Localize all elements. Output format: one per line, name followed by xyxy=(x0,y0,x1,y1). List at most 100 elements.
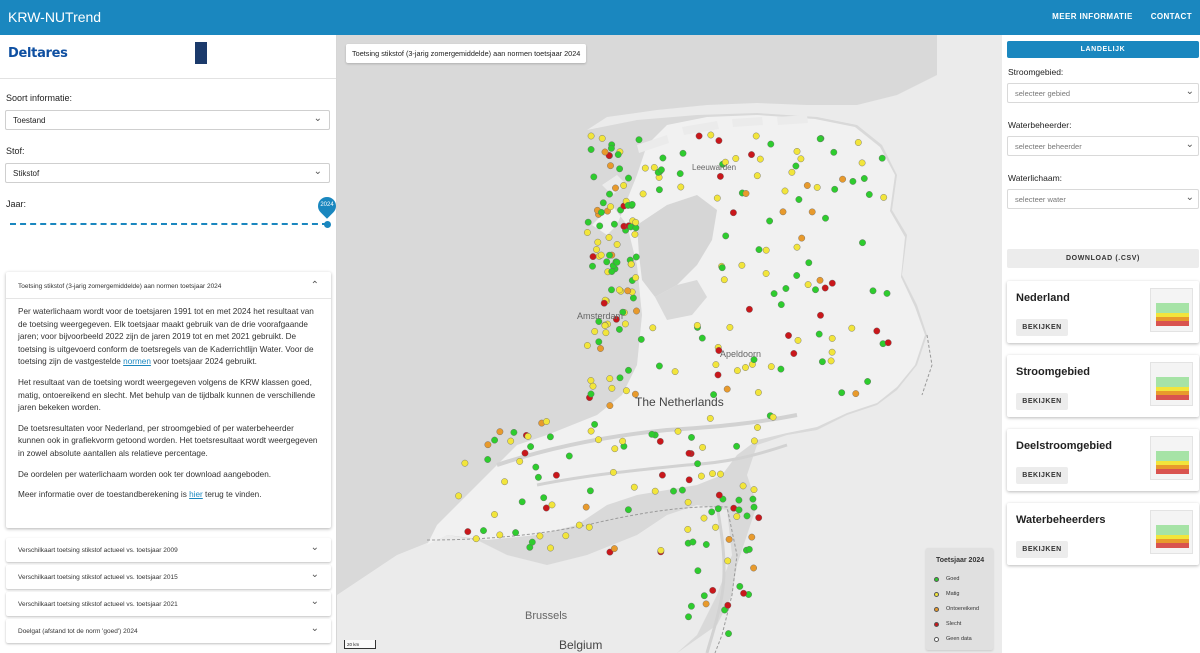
waterbody-marker[interactable] xyxy=(723,385,731,393)
waterbody-marker[interactable] xyxy=(455,492,463,500)
waterbody-marker[interactable] xyxy=(788,168,796,176)
waterbody-marker[interactable] xyxy=(684,498,692,506)
waterbody-marker[interactable] xyxy=(598,135,606,142)
waterbody-marker[interactable] xyxy=(596,222,604,230)
waterbody-marker[interactable] xyxy=(590,173,598,181)
chart-thumbnail-icon[interactable] xyxy=(1150,510,1193,554)
waterbody-marker[interactable] xyxy=(594,238,602,246)
waterbody-marker[interactable] xyxy=(838,389,846,397)
waterbody-marker[interactable] xyxy=(595,436,602,444)
waterbody-marker[interactable] xyxy=(831,185,839,193)
waterbody-marker[interactable] xyxy=(607,203,614,211)
waterbody-marker[interactable] xyxy=(878,154,886,162)
waterbody-marker[interactable] xyxy=(715,491,723,499)
waterbody-marker[interactable] xyxy=(827,357,835,365)
waterbody-marker[interactable] xyxy=(625,366,632,374)
waterbody-marker[interactable] xyxy=(547,544,554,552)
waterbody-marker[interactable] xyxy=(869,287,877,295)
waterbody-marker[interactable] xyxy=(808,208,816,216)
waterbody-marker[interactable] xyxy=(733,442,740,450)
waterbody-marker[interactable] xyxy=(769,413,777,421)
waterbody-marker[interactable] xyxy=(606,375,614,382)
waterbody-marker[interactable] xyxy=(587,390,595,398)
waterbody-marker[interactable] xyxy=(611,445,619,453)
waterbody-marker[interactable] xyxy=(854,139,862,146)
waterbody-marker[interactable] xyxy=(716,172,724,180)
waterbody-marker[interactable] xyxy=(648,430,656,438)
waterbody-marker[interactable] xyxy=(720,276,728,284)
waterbody-marker[interactable] xyxy=(637,335,645,343)
waterbody-marker[interactable] xyxy=(593,246,600,253)
waterbody-marker[interactable] xyxy=(521,449,529,457)
waterbody-marker[interactable] xyxy=(755,246,763,254)
waterbody-marker[interactable] xyxy=(750,486,758,493)
chart-thumbnail-icon[interactable] xyxy=(1150,436,1193,480)
waterbody-marker[interactable] xyxy=(714,505,722,513)
chart-thumbnail-icon[interactable] xyxy=(1150,362,1193,406)
waterbody-marker[interactable] xyxy=(762,246,770,254)
waterbody-marker[interactable] xyxy=(745,305,753,313)
waterbody-marker[interactable] xyxy=(777,301,785,308)
waterbody-marker[interactable] xyxy=(620,182,627,189)
waterbody-marker[interactable] xyxy=(600,299,608,307)
waterbody-marker[interactable] xyxy=(816,135,824,143)
waterbody-marker[interactable] xyxy=(684,525,692,533)
waterbody-marker[interactable] xyxy=(610,545,618,552)
waterbody-marker[interactable] xyxy=(695,132,703,140)
waterbody-marker[interactable] xyxy=(732,155,740,162)
waterbody-marker[interactable] xyxy=(733,367,741,374)
waterbody-marker[interactable] xyxy=(858,159,866,167)
waterbody-marker[interactable] xyxy=(587,146,595,153)
waterbody-marker[interactable] xyxy=(670,487,677,495)
waterbody-marker[interactable] xyxy=(694,460,701,468)
waterbody-marker[interactable] xyxy=(722,232,730,240)
waterbody-marker[interactable] xyxy=(685,449,693,457)
waterbody-marker[interactable] xyxy=(659,154,667,162)
waterbody-marker[interactable] xyxy=(725,535,733,543)
waterbody-marker[interactable] xyxy=(790,350,798,357)
waterbody-marker[interactable] xyxy=(496,428,504,436)
waterbody-marker[interactable] xyxy=(540,494,548,502)
waterbody-marker[interactable] xyxy=(739,482,747,490)
waterbody-marker[interactable] xyxy=(702,541,710,548)
waterbody-marker[interactable] xyxy=(534,473,542,481)
waterbody-marker[interactable] xyxy=(677,183,685,191)
waterbody-marker[interactable] xyxy=(543,418,550,425)
hier-link[interactable]: hier xyxy=(189,490,203,499)
app-title[interactable]: KRW-NUTrend xyxy=(8,9,101,25)
waterbody-marker[interactable] xyxy=(656,437,664,445)
waterbody-marker[interactable] xyxy=(864,378,871,385)
waterbeheerder-select[interactable]: selecteer beheerder ⌄ xyxy=(1007,136,1199,156)
waterbody-marker[interactable] xyxy=(629,294,637,302)
waterbody-marker[interactable] xyxy=(745,546,753,553)
waterbody-marker[interactable] xyxy=(658,471,666,479)
waterbody-marker[interactable] xyxy=(609,468,617,476)
waterbody-marker[interactable] xyxy=(816,276,824,284)
waterbody-marker[interactable] xyxy=(848,324,856,332)
waterbody-marker[interactable] xyxy=(782,285,790,292)
waterbody-marker[interactable] xyxy=(601,148,609,156)
waterbody-marker[interactable] xyxy=(630,483,638,491)
waterbody-marker[interactable] xyxy=(589,262,596,270)
waterbody-marker[interactable] xyxy=(736,583,744,590)
landelijk-button[interactable]: LANDELIJK xyxy=(1007,41,1199,58)
waterbody-marker[interactable] xyxy=(633,307,640,315)
waterbody-marker[interactable] xyxy=(608,286,615,294)
waterbody-marker[interactable] xyxy=(651,487,659,495)
waterbody-marker[interactable] xyxy=(795,196,803,203)
waterbody-marker[interactable] xyxy=(671,368,679,375)
waterbody-marker[interactable] xyxy=(803,182,811,189)
waterbody-marker[interactable] xyxy=(657,166,665,174)
waterbody-marker[interactable] xyxy=(689,538,697,546)
accordion-doelgat-2024[interactable]: Doelgat (afstand tot de norm 'goed') 202… xyxy=(6,619,331,643)
waterbody-marker[interactable] xyxy=(767,363,775,370)
waterbody-marker[interactable] xyxy=(639,190,647,198)
normen-link[interactable]: normen xyxy=(123,357,151,366)
map-canvas[interactable] xyxy=(337,35,1002,653)
waterbody-marker[interactable] xyxy=(484,441,492,449)
waterbody-marker[interactable] xyxy=(828,279,836,287)
waterbody-marker[interactable] xyxy=(707,131,715,139)
waterbody-marker[interactable] xyxy=(740,589,747,597)
stroomgebied-select[interactable]: selecteer gebied ⌄ xyxy=(1007,83,1199,103)
waterbody-marker[interactable] xyxy=(743,512,751,520)
